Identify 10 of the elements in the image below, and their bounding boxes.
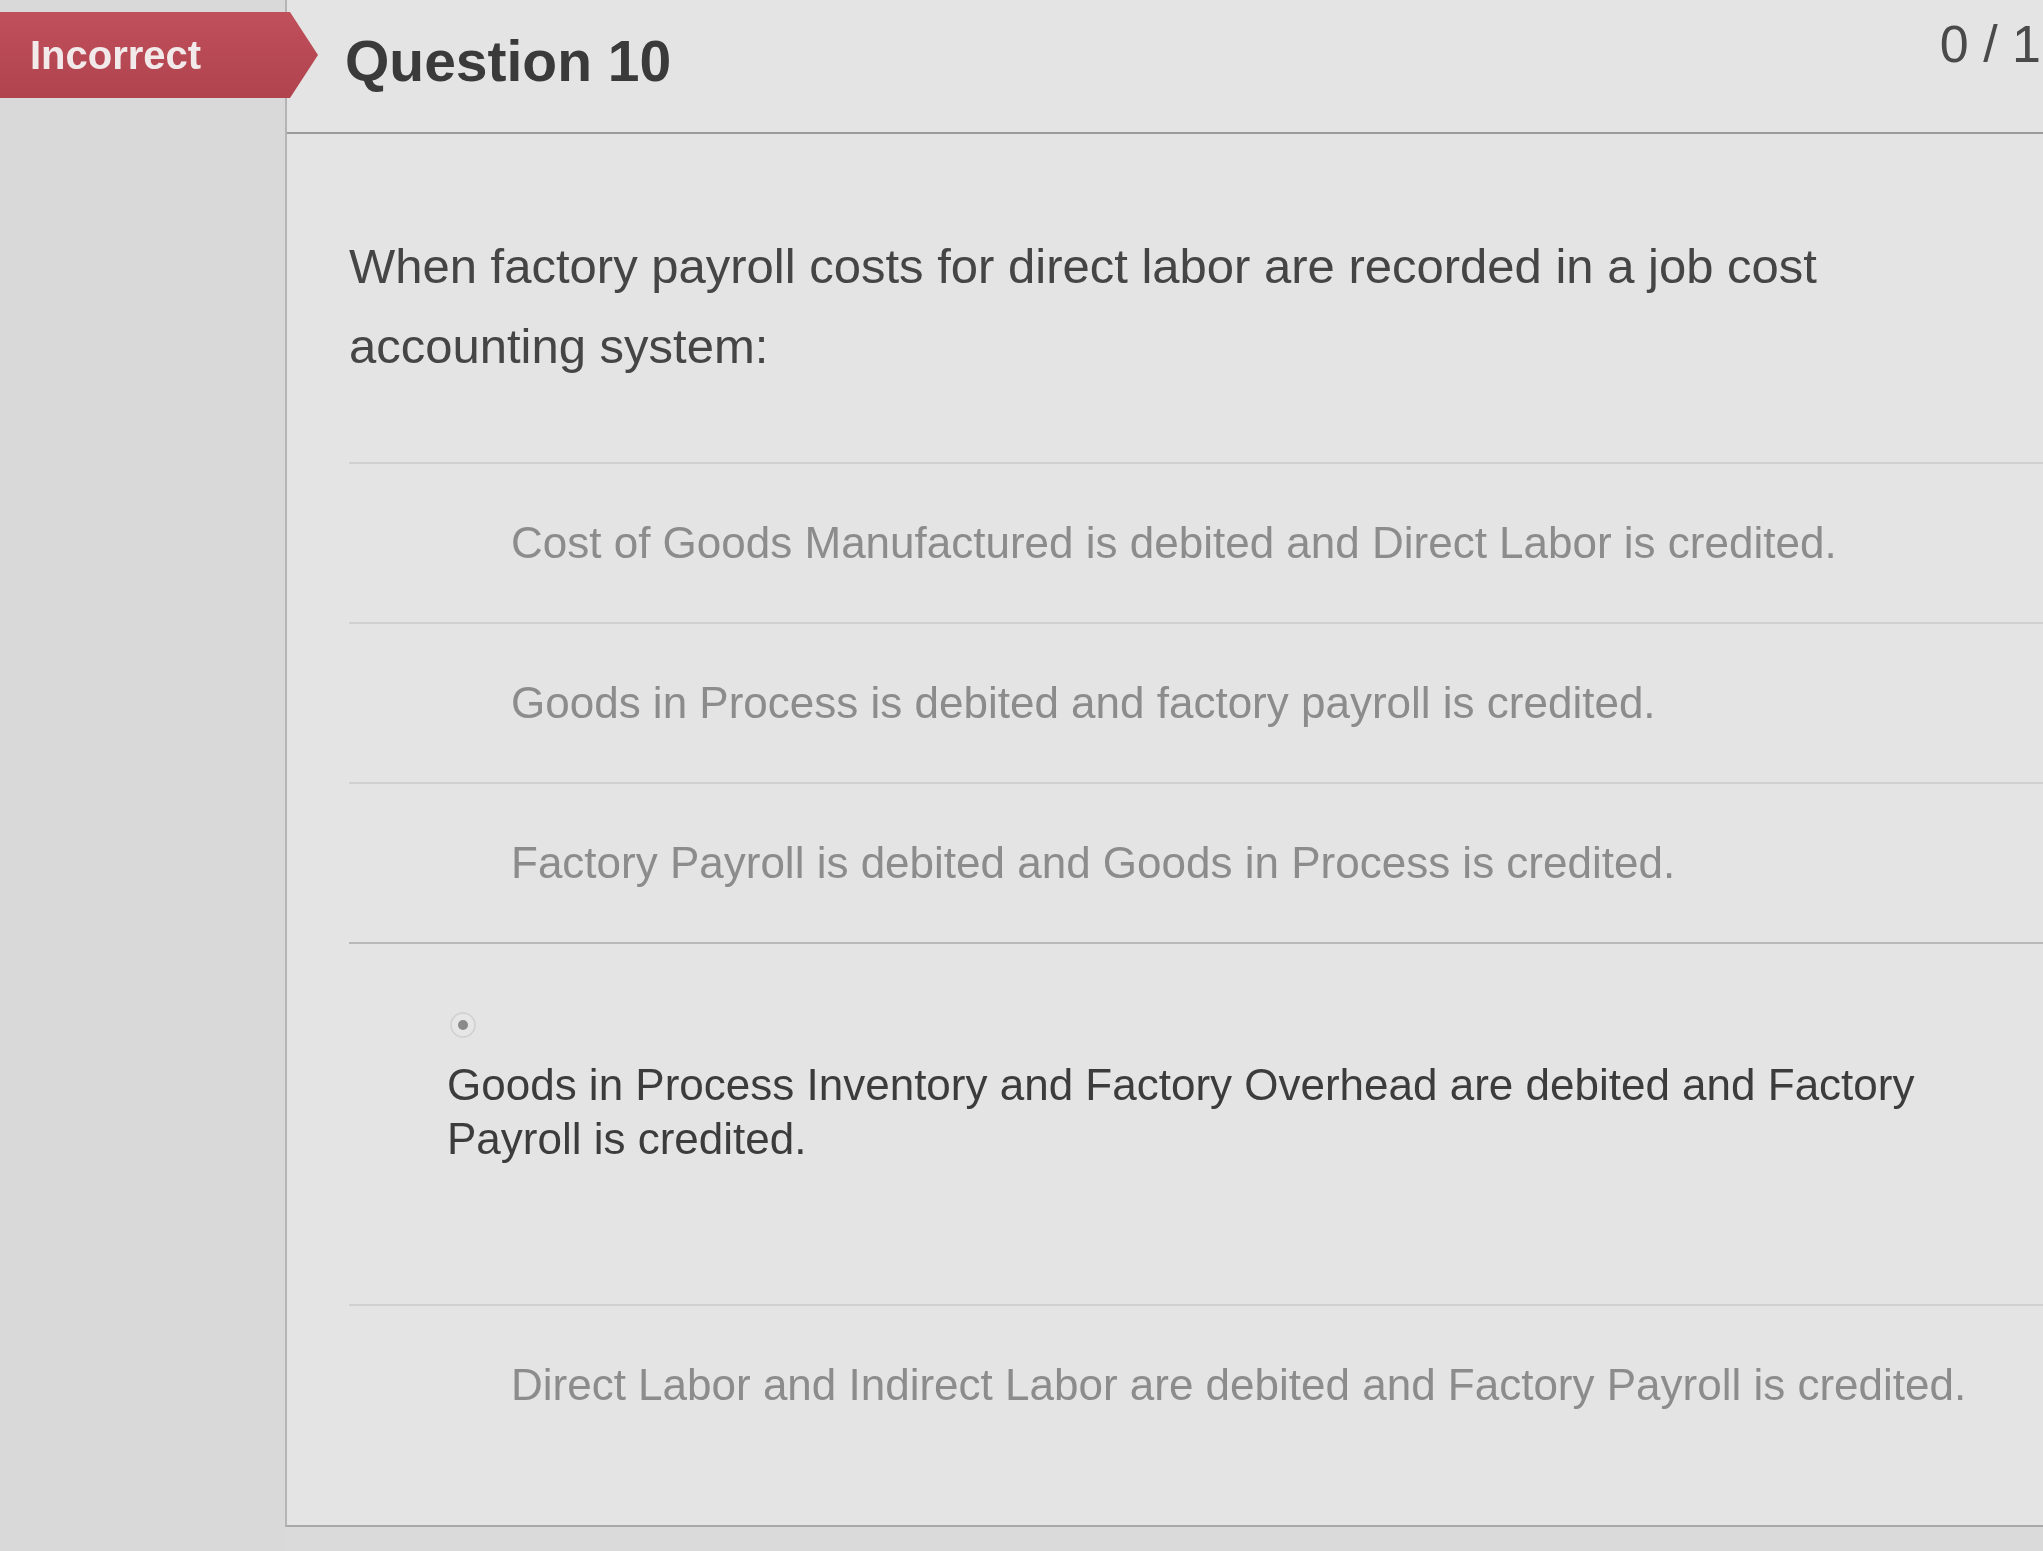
answer-option[interactable]: Factory Payroll is debited and Goods in Process is credited. xyxy=(511,836,2043,890)
answer-option[interactable]: Direct Labor and Indirect Labor are debited and Factory Payroll is credited. xyxy=(511,1358,2043,1412)
radio-icon[interactable] xyxy=(450,1012,476,1038)
question-score: 0 / 1 xyxy=(1939,14,2041,74)
answer-option[interactable]: Goods in Process is debited and factory payroll is credited. xyxy=(511,676,2043,730)
status-banner: Incorrect xyxy=(0,12,318,98)
answer-option[interactable]: Goods in Process Inventory and Factory Overhead are debited and Factory Payroll is credited. xyxy=(447,1058,1987,1166)
answer-option[interactable]: Cost of Goods Manufactured is debited and Direct Labor is credited. xyxy=(511,516,2043,570)
question-prompt: When factory payroll costs for direct labor are recorded in a job cost accounting system: xyxy=(349,238,1818,375)
question-title: Question 10 xyxy=(345,28,672,94)
